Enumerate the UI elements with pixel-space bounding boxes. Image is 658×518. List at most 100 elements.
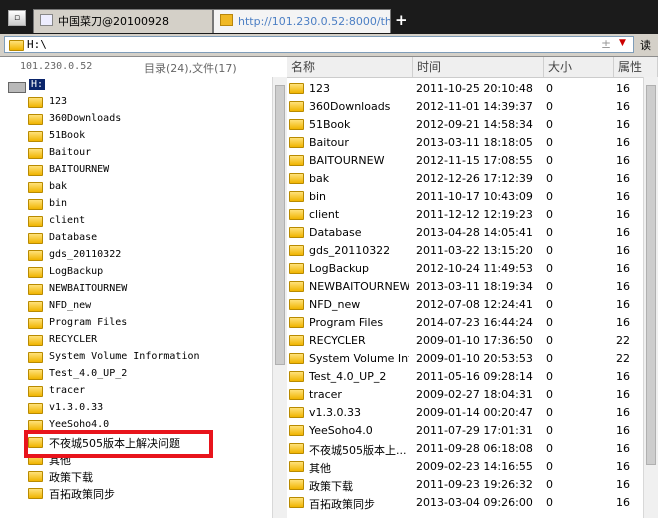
folder-icon — [289, 461, 304, 472]
file-time: 2009-02-23 14:16:55 — [416, 460, 533, 473]
file-row[interactable]: 政策下载 2011-09-23 19:26:32 0 16 — [287, 476, 643, 494]
tree-node[interactable]: 123 — [0, 94, 272, 111]
file-row[interactable]: 51Book 2012-09-21 14:58:34 0 16 — [287, 116, 643, 134]
file-row[interactable]: Baitour 2013-03-11 18:18:05 0 16 — [287, 134, 643, 152]
tree-node[interactable]: bin — [0, 196, 272, 213]
file-row[interactable]: client 2011-12-12 12:19:23 0 16 — [287, 206, 643, 224]
file-time: 2013-03-11 18:19:34 — [416, 280, 533, 293]
file-time: 2012-11-01 14:39:37 — [416, 100, 533, 113]
file-row[interactable]: 360Downloads 2012-11-01 14:39:37 0 16 — [287, 98, 643, 116]
folder-icon — [289, 317, 304, 328]
file-list-header: 名称 时间 大小 属性 — [287, 57, 658, 78]
tree-node[interactable]: System Volume Information — [0, 349, 272, 366]
tree-node-label: LogBackup — [49, 266, 104, 277]
file-size: 0 — [546, 172, 553, 185]
tree-node[interactable]: LogBackup — [0, 264, 272, 281]
file-attr: 16 — [616, 478, 630, 491]
file-row[interactable]: Database 2013-04-28 14:05:41 0 16 — [287, 224, 643, 242]
file-row[interactable]: gds_20110322 2011-03-22 13:15:20 0 16 — [287, 242, 643, 260]
file-size: 0 — [546, 118, 553, 131]
column-header-time[interactable]: 时间 — [413, 57, 544, 77]
tree-node[interactable]: RECYCLER — [0, 332, 272, 349]
file-size: 0 — [546, 370, 553, 383]
file-row[interactable]: YeeSoho4.0 2011-07-29 17:01:31 0 16 — [287, 422, 643, 440]
file-row[interactable]: 123 2011-10-25 20:10:48 0 16 — [287, 80, 643, 98]
file-manager-window: ▫ 中国菜刀@20100928 http://101.230.0.52:8000… — [0, 0, 658, 518]
tree-node[interactable]: tracer — [0, 383, 272, 400]
folder-icon — [28, 488, 43, 499]
file-row[interactable]: System Volume Info... 2009-01-10 20:53:53… — [287, 350, 643, 368]
sort-icon[interactable]: ± — [601, 37, 611, 51]
file-attr: 16 — [616, 406, 630, 419]
file-name: 百拓政策同步 — [309, 498, 375, 511]
folder-icon — [28, 216, 43, 227]
file-time: 2011-07-29 17:01:31 — [416, 424, 533, 437]
file-row[interactable]: BAITOURNEW 2012-11-15 17:08:55 0 16 — [287, 152, 643, 170]
tree-scrollbar[interactable] — [272, 77, 287, 518]
column-header-name[interactable]: 名称 — [287, 57, 413, 77]
file-name: client — [309, 208, 340, 221]
file-row[interactable]: Test_4.0_UP_2 2011-05-16 09:28:14 0 16 — [287, 368, 643, 386]
file-time: 2011-03-22 13:15:20 — [416, 244, 533, 257]
column-header-size[interactable]: 大小 — [544, 57, 614, 77]
tab-active-url[interactable]: http://101.230.0.52:8000/the... — [213, 9, 391, 33]
file-row[interactable]: bin 2011-10-17 10:43:09 0 16 — [287, 188, 643, 206]
tree-node-label: NFD_new — [49, 300, 92, 311]
file-time: 2011-09-23 19:26:32 — [416, 478, 533, 491]
highlight-box — [24, 430, 213, 458]
tree-node-label: Test_4.0_UP_2 — [49, 368, 128, 379]
tree-node[interactable]: Database — [0, 230, 272, 247]
file-row[interactable]: NFD_new 2012-07-08 12:24:41 0 16 — [287, 296, 643, 314]
file-attr: 16 — [616, 154, 630, 167]
file-row[interactable]: tracer 2009-02-27 18:04:31 0 16 — [287, 386, 643, 404]
file-size: 0 — [546, 334, 553, 347]
tree-node[interactable]: 51Book — [0, 128, 272, 145]
scrollbar-thumb[interactable] — [646, 85, 656, 465]
path-input[interactable]: H:\ ± ▼ — [4, 36, 634, 53]
new-tab-button[interactable]: + — [395, 11, 408, 29]
file-size: 0 — [546, 352, 553, 365]
file-list-scrollbar[interactable] — [643, 77, 658, 518]
file-time: 2009-01-14 00:20:47 — [416, 406, 533, 419]
file-row[interactable]: v1.3.0.33 2009-01-14 00:20:47 0 16 — [287, 404, 643, 422]
tree-node-label: 百拓政策同步 — [49, 488, 115, 501]
tree-node[interactable]: v1.3.0.33 — [0, 400, 272, 417]
file-row[interactable]: RECYCLER 2009-01-10 17:36:50 0 22 — [287, 332, 643, 350]
tree-node[interactable]: 百拓政策同步 — [0, 485, 272, 502]
column-header-attr[interactable]: 属性 — [614, 57, 658, 77]
tree-node-drive[interactable]: H: — [0, 77, 272, 94]
tree-node[interactable]: 政策下载 — [0, 468, 272, 485]
window-icon[interactable]: ▫ — [8, 10, 26, 26]
tree-node[interactable]: Test_4.0_UP_2 — [0, 366, 272, 383]
file-list: 123 2011-10-25 20:10:48 0 16 360Downloads 201… — [287, 80, 643, 518]
tree-node[interactable]: BAITOURNEW — [0, 162, 272, 179]
tree-node[interactable]: client — [0, 213, 272, 230]
folder-icon — [289, 173, 304, 184]
file-row[interactable]: 不夜城505版本上... 2011-09-28 06:18:08 0 16 — [287, 440, 643, 458]
file-time: 2013-04-28 14:05:41 — [416, 226, 533, 239]
dropdown-arrow-icon[interactable]: ▼ — [619, 38, 626, 48]
file-row[interactable]: bak 2012-12-26 17:12:39 0 16 — [287, 170, 643, 188]
tab-chinese-chopper[interactable]: 中国菜刀@20100928 — [33, 9, 213, 33]
file-row[interactable]: LogBackup 2012-10-24 11:49:53 0 16 — [287, 260, 643, 278]
file-row[interactable]: 百拓政策同步 2013-03-04 09:26:00 0 16 — [287, 494, 643, 512]
folder-icon — [28, 250, 43, 261]
file-row[interactable]: Program Files 2014-07-23 16:44:24 0 16 — [287, 314, 643, 332]
tree-node[interactable]: Program Files — [0, 315, 272, 332]
file-name: 360Downloads — [309, 100, 391, 113]
scrollbar-thumb[interactable] — [275, 85, 285, 365]
tree-node[interactable]: bak — [0, 179, 272, 196]
read-button[interactable]: 读 — [640, 37, 651, 53]
file-row[interactable]: NEWBAITOURNEW 2013-03-11 18:19:34 0 16 — [287, 278, 643, 296]
tree-node[interactable]: gds_20110322 — [0, 247, 272, 264]
file-attr: 16 — [616, 460, 630, 473]
tree-node[interactable]: Baitour — [0, 145, 272, 162]
file-attr: 16 — [616, 118, 630, 131]
tree-node-label: RECYCLER — [49, 334, 98, 345]
tree-node[interactable]: NEWBAITOURNEW — [0, 281, 272, 298]
tree-node[interactable]: NFD_new — [0, 298, 272, 315]
file-time: 2009-01-10 17:36:50 — [416, 334, 533, 347]
tree-node[interactable]: 360Downloads — [0, 111, 272, 128]
folder-icon — [28, 335, 43, 346]
file-row[interactable]: 其他 2009-02-23 14:16:55 0 16 — [287, 458, 643, 476]
